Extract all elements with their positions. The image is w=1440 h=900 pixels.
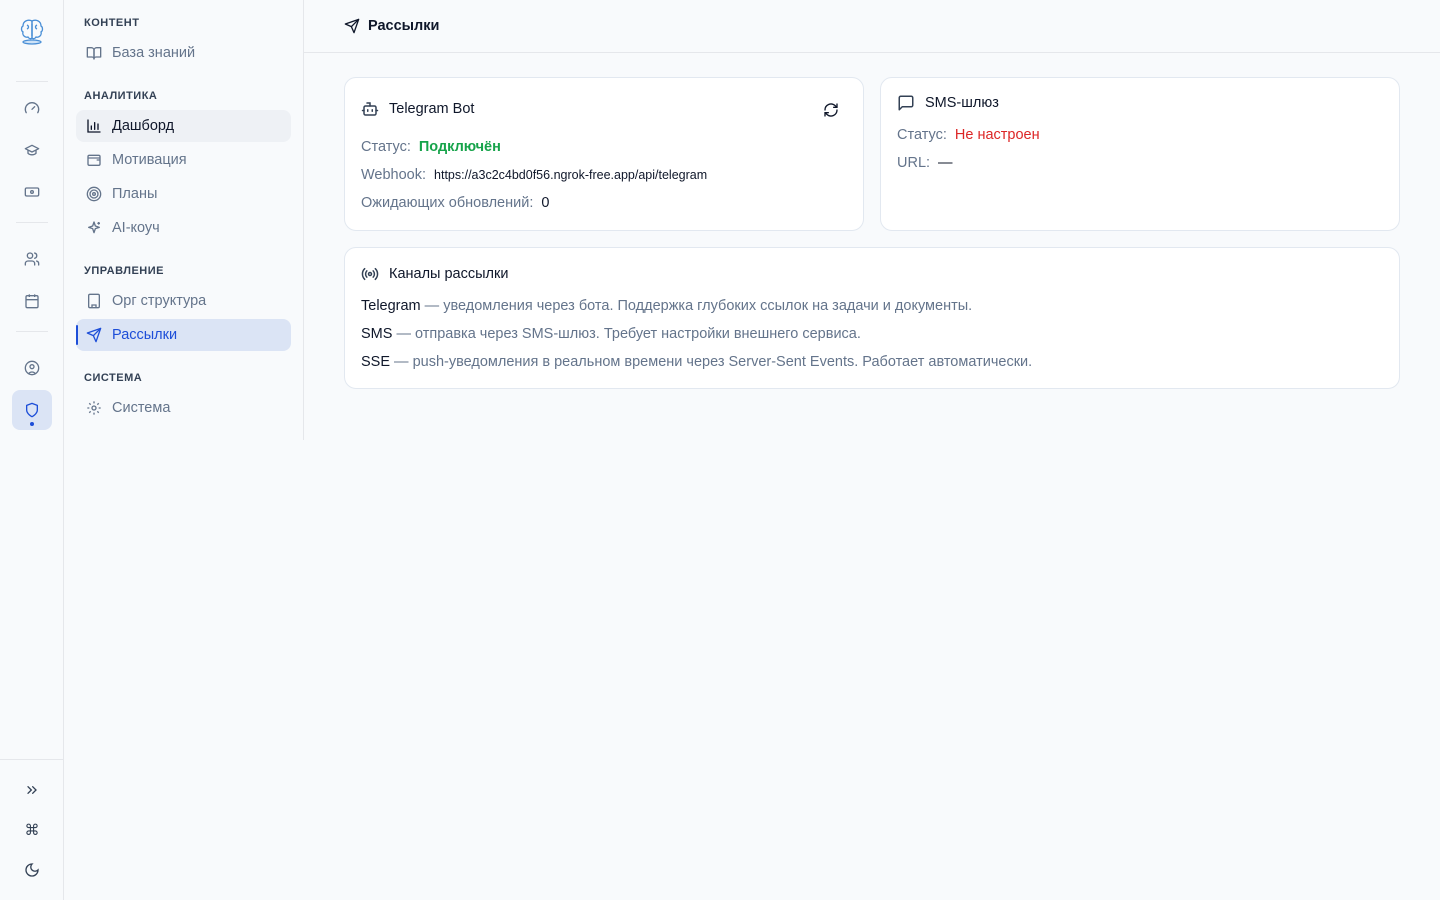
nav-section-title: КОНТЕНТ [84, 17, 140, 29]
telegram-bot-card: Telegram Bot Статус: Подключён Webhook: … [344, 77, 864, 231]
webhook-url: https://a3c2c4bd0f56.ngrok-free.app/api/… [434, 168, 708, 182]
pending-label: Ожидающих обновлений: [361, 195, 534, 211]
nav-item-mailings[interactable]: Рассылки [76, 319, 291, 351]
channel-name: Telegram [361, 298, 421, 314]
nav-item-motivation[interactable]: Мотивация [76, 144, 291, 176]
nav-item-org-structure[interactable]: Орг структура [76, 285, 291, 317]
channels-card: Каналы рассылки Telegram — уведомления ч… [344, 247, 1400, 389]
building-icon [88, 293, 100, 309]
refresh-button[interactable] [821, 100, 841, 120]
status-row: Статус: Подключён [361, 139, 501, 155]
webhook-row: Webhook: https://a3c2c4bd0f56.ngrok-free… [361, 167, 707, 183]
pending-value: 0 [541, 195, 550, 211]
refresh-icon [824, 103, 838, 117]
status-value: Не настроен [954, 127, 1040, 143]
nav-item-label: Дашборд [112, 118, 175, 134]
status-label: Статус: [361, 139, 411, 155]
channel-line-sms: SMS — отправка через SMS-шлюз. Требует н… [361, 326, 861, 342]
url-label: URL: [897, 155, 931, 171]
card-header: Каналы рассылки [361, 265, 508, 283]
status-value: Подключён [418, 139, 501, 155]
bot-icon [361, 102, 379, 116]
message-square-icon [898, 95, 914, 111]
channel-description: — уведомления через бота. Поддержка глуб… [420, 298, 973, 314]
channel-name: SMS [361, 326, 393, 342]
nav-item-label: Система [112, 400, 171, 416]
users-icon[interactable] [12, 239, 52, 279]
user-circle-icon[interactable] [12, 348, 52, 388]
nav-item-knowledge-base[interactable]: База знаний [76, 37, 291, 69]
target-icon [86, 186, 102, 202]
nav-item-label: Орг структура [112, 293, 207, 309]
chevrons-right-icon[interactable] [12, 770, 52, 810]
card-title: Telegram Bot [389, 101, 475, 117]
shield-icon[interactable] [12, 390, 52, 430]
book-open-icon [86, 47, 102, 60]
pending-row: Ожидающих обновлений: 0 [361, 195, 549, 211]
command-icon[interactable]: ⌘ [12, 810, 52, 850]
active-dot [30, 422, 34, 426]
card-title: Каналы рассылки [389, 266, 509, 282]
active-indicator [76, 325, 78, 345]
nav-item-label: Мотивация [112, 152, 187, 168]
nav-item-system[interactable]: Система [76, 392, 291, 424]
bar-chart-icon [87, 119, 101, 133]
send-icon [344, 18, 360, 34]
page-header: Рассылки [304, 0, 1440, 53]
card-title: SMS-шлюз [925, 95, 999, 111]
banknote-icon[interactable] [12, 172, 52, 212]
radio-icon [361, 267, 379, 281]
sms-gateway-card: SMS-шлюз Статус: Не настроен URL: — [880, 77, 1400, 231]
brain-logo[interactable] [17, 16, 47, 46]
channel-description: — отправка через SMS-шлюз. Требует настр… [392, 326, 861, 342]
graduation-cap-icon[interactable] [12, 130, 52, 170]
nav-section-title: СИСТЕМА [84, 372, 143, 384]
channel-line-telegram: Telegram — уведомления через бота. Подде… [361, 298, 972, 314]
nav-section-title: АНАЛИТИКА [84, 90, 158, 102]
channel-description: — push-уведомления в реальном времени че… [390, 354, 1033, 370]
nav-item-plans[interactable]: Планы [76, 178, 291, 210]
nav-item-label: AI-коуч [112, 220, 160, 236]
calendar-icon[interactable] [12, 281, 52, 321]
icon-rail: ⌘ [0, 0, 64, 900]
channel-name: SSE [361, 354, 391, 370]
status-row: Статус: Не настроен [897, 127, 1040, 143]
url-row: URL: — [897, 155, 953, 171]
url-value: — [938, 155, 953, 171]
page-title: Рассылки [368, 18, 440, 34]
nav-item-ai-coach[interactable]: AI-коуч [76, 212, 291, 244]
sparkles-icon [88, 221, 100, 234]
card-header: SMS-шлюз [897, 94, 999, 112]
nav-item-label: База знаний [112, 45, 196, 61]
nav-item-label: Рассылки [112, 327, 178, 343]
wallet-icon [87, 154, 101, 166]
card-header: Telegram Bot [361, 100, 474, 118]
webhook-label: Webhook: [361, 167, 427, 183]
status-label: Статус: [897, 127, 947, 143]
nav-item-dashboard[interactable]: Дашборд [76, 110, 291, 142]
settings-icon [87, 401, 101, 415]
moon-icon[interactable] [12, 850, 52, 890]
send-icon [86, 327, 102, 343]
gauge-icon[interactable] [12, 88, 52, 128]
section-nav: КОНТЕНТ База знаний АНАЛИТИКА Дашборд Мо… [64, 0, 304, 440]
channel-line-sse: SSE — push-уведомления в реальном времен… [361, 354, 1032, 370]
nav-item-label: Планы [112, 186, 158, 202]
nav-section-title: УПРАВЛЕНИЕ [84, 265, 164, 277]
